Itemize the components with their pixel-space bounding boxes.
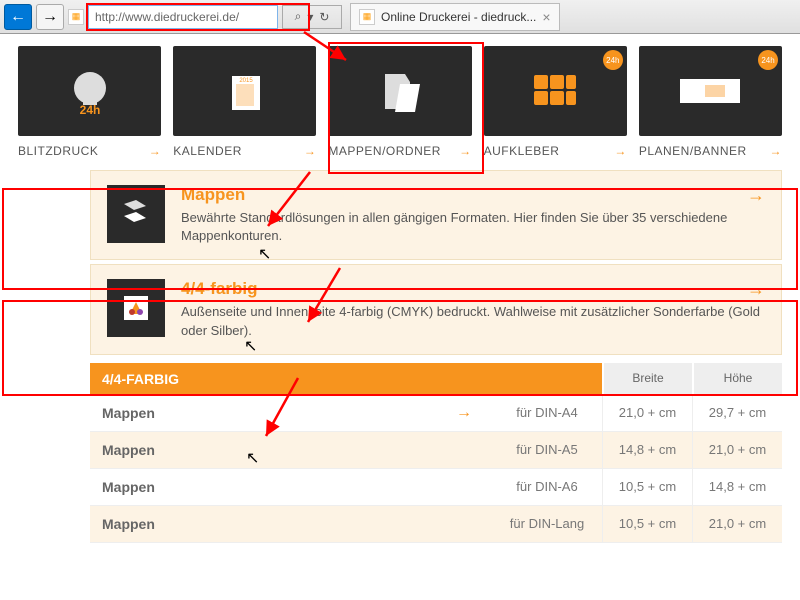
browser-toolbar: ← → ▦ http://www.diedruckerei.de/ ⌕ ▾ ↻ …	[0, 0, 800, 34]
category-blitzdruck[interactable]: 24h BLITZDRUCK→	[18, 46, 161, 158]
category-mappen[interactable]: MAPPEN/ORDNER→	[328, 46, 471, 158]
table-row[interactable]: Mappen für DIN-A5 14,8 + cm 21,0 + cm	[90, 432, 782, 469]
refresh-icon[interactable]: ↻	[319, 10, 329, 24]
table-row[interactable]: Mappen → für DIN-A4 21,0 + cm 29,7 + cm	[90, 395, 782, 432]
card-title: Mappen	[181, 185, 765, 205]
table-row[interactable]: Mappen für DIN-A6 10,5 + cm 14,8 + cm	[90, 469, 782, 506]
badge-24h-icon: 24h	[603, 50, 623, 70]
tab-favicon-icon: ▦	[359, 9, 375, 25]
svg-text:2015: 2015	[239, 78, 253, 84]
product-table: 4/4-FARBIG Breite Höhe Mappen → für DIN-…	[90, 363, 782, 543]
card-desc: Außenseite und Innenseite 4-farbig (CMYK…	[181, 303, 765, 339]
favicon-icon: ▦	[68, 9, 84, 25]
arrow-icon: →	[149, 144, 162, 158]
arrow-icon: →	[614, 144, 627, 158]
category-row: 24h BLITZDRUCK→ 2015 KALENDER→ MAPPEN/OR…	[0, 34, 800, 166]
address-bar[interactable]: http://www.diedruckerei.de/	[88, 5, 278, 29]
card-title: 4/4-farbig	[181, 279, 765, 299]
dropdown-icon: ▾	[307, 10, 313, 24]
tab-title: Online Druckerei - diedruck...	[381, 10, 536, 24]
svg-text:24h: 24h	[79, 103, 100, 116]
arrow-icon: →	[770, 144, 783, 158]
arrow-icon: →	[459, 144, 472, 158]
card-mappen-icon	[107, 185, 165, 243]
arrow-icon: →	[456, 404, 472, 422]
table-header-height: Höhe	[692, 363, 782, 395]
card-mappen[interactable]: Mappen Bewährte Standardlösungen in alle…	[90, 170, 782, 260]
category-kalender[interactable]: 2015 KALENDER→	[173, 46, 316, 158]
category-aufkleber[interactable]: 24h AUFKLEBER→	[484, 46, 627, 158]
badge-24h-icon: 24h	[758, 50, 778, 70]
arrow-icon: →	[747, 185, 765, 206]
card-desc: Bewährte Standardlösungen in allen gängi…	[181, 209, 765, 245]
card-farbig[interactable]: 4/4-farbig Außenseite und Innenseite 4-f…	[90, 264, 782, 354]
category-planen[interactable]: 24h PLANEN/BANNER→	[639, 46, 782, 158]
table-header-main: 4/4-FARBIG	[90, 363, 602, 395]
close-icon[interactable]: ×	[542, 9, 550, 25]
card-farbig-icon	[107, 279, 165, 337]
table-row[interactable]: Mappen für DIN-Lang 10,5 + cm 21,0 + cm	[90, 506, 782, 543]
search-icon: ⌕	[295, 9, 302, 24]
back-button[interactable]: ←	[4, 4, 32, 30]
browser-tab[interactable]: ▦ Online Druckerei - diedruck... ×	[350, 3, 560, 31]
table-header-width: Breite	[602, 363, 692, 395]
arrow-icon: →	[304, 144, 317, 158]
search-refresh[interactable]: ⌕ ▾ ↻	[282, 5, 342, 29]
forward-button[interactable]: →	[36, 4, 64, 30]
arrow-icon: →	[747, 279, 765, 300]
